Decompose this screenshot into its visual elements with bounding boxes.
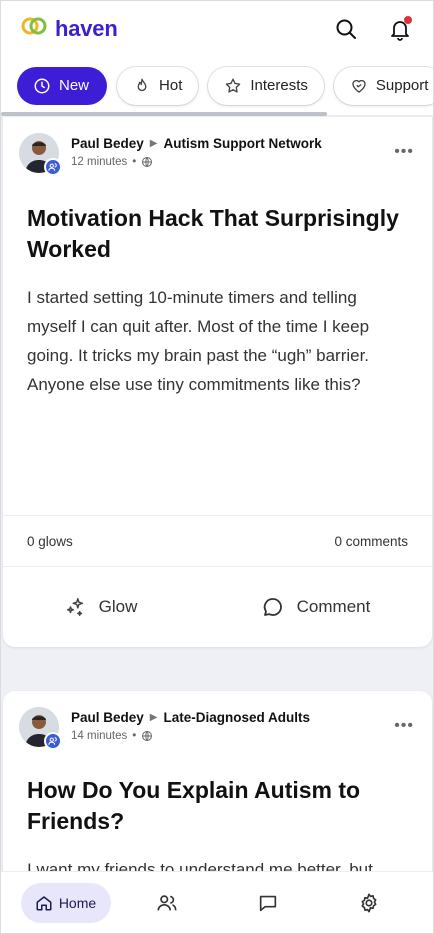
feed-tabs: New Hot Interests Support [1,56,433,116]
gear-icon [360,892,377,913]
community-name[interactable]: Late-Diagnosed Adults [163,710,310,725]
home-icon [36,895,52,910]
tab-hot[interactable]: Hot [117,66,199,105]
brand[interactable]: haven [21,15,118,42]
meta-separator: • [132,730,137,742]
star-icon [226,78,241,93]
meta-separator: • [132,156,137,168]
clock-icon [34,78,50,93]
more-options-icon[interactable]: ••• [394,717,414,735]
post-stats: 0 glows 0 comments [3,515,432,567]
post-time: 14 minutes [71,730,128,742]
post-title[interactable]: How Do You Explain Autism to Friends? [27,775,412,837]
tabs-scrollbar[interactable] [1,112,327,116]
nav-settings[interactable] [324,883,414,923]
glow-button-label: Glow [98,597,138,616]
people-icon [156,894,177,910]
glow-button[interactable]: Glow [65,596,138,618]
globe-icon [142,157,153,167]
comment-button-label: Comment [296,597,371,616]
tab-support-label: Support [375,77,429,94]
tab-new[interactable]: New [17,66,108,105]
tab-interests[interactable]: Interests [208,66,324,105]
tab-hot-label: Hot [159,77,183,94]
nav-home-label: Home [58,894,97,911]
bottom-navigation: Home [1,871,433,933]
post-body[interactable]: I started setting 10-minute timers and t… [27,283,410,399]
post-actions: Glow Comment [3,567,432,647]
flame-icon [137,78,147,91]
author-name[interactable]: Paul Bedey [71,136,144,151]
globe-icon [142,731,153,741]
arrow-right-icon: ▶ [149,138,158,149]
comment-icon [263,598,282,616]
chat-icon [259,895,276,911]
more-options-icon[interactable]: ••• [394,143,414,161]
sparkle-icon [66,598,83,616]
community-badge-icon [44,158,62,176]
nav-messages[interactable] [223,883,313,923]
author-name[interactable]: Paul Bedey [71,710,144,725]
post-title[interactable]: Motivation Hack That Surprisingly Worked [27,203,412,265]
comment-button[interactable]: Comment [261,595,371,619]
community-name[interactable]: Autism Support Network [163,136,321,151]
post-time: 12 minutes [71,156,128,168]
nav-home[interactable]: Home [20,882,111,923]
post-card[interactable]: Paul Bedey ▶ Autism Support Network 12 m… [3,117,432,647]
search-icon [336,19,356,39]
arrow-right-icon: ▶ [149,712,158,723]
search-button[interactable] [333,16,359,42]
comment-count[interactable]: 0 comments [334,534,408,549]
author-avatar[interactable] [19,133,62,176]
tab-support[interactable]: Support [333,66,433,105]
notifications-button[interactable] [387,15,413,42]
haven-logo-icon [21,15,47,42]
author-avatar[interactable] [19,707,62,750]
tab-new-label: New [59,77,90,94]
community-badge-icon [44,732,62,750]
top-header: haven [1,1,433,56]
glow-count[interactable]: 0 glows [27,534,73,549]
heart-handshake-icon [352,79,366,93]
app-screen: haven New Hot Interests Support Paul Bed… [0,0,434,934]
notification-dot [404,15,412,24]
nav-people[interactable] [122,883,212,923]
brand-name: haven [55,15,118,41]
tab-interests-label: Interests [250,77,308,94]
